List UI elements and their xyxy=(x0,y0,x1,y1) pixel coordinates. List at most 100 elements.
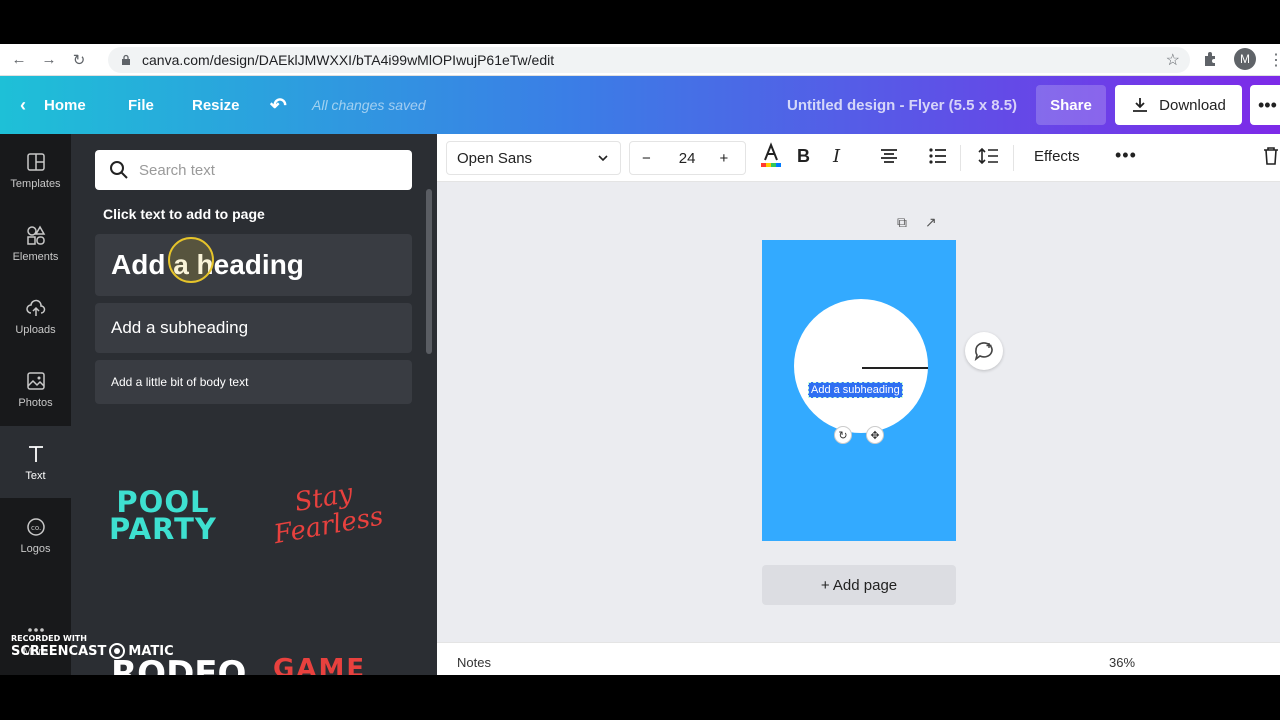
text-toolbar: Open Sans − 24 + B I Effects ••• xyxy=(437,134,1280,182)
templates-icon xyxy=(26,152,45,171)
resize-button[interactable]: Resize xyxy=(192,76,240,134)
logos-icon: co. xyxy=(26,517,45,536)
toolbar-divider xyxy=(1013,145,1014,171)
line-spacing-icon xyxy=(978,147,998,165)
comment-icon xyxy=(974,342,993,361)
font-size-value[interactable]: 24 xyxy=(679,150,696,167)
sidebar-item-logos[interactable]: co. Logos xyxy=(0,499,71,571)
add-page-button[interactable]: + Add page xyxy=(762,565,956,605)
font-family-dropdown[interactable]: Open Sans xyxy=(446,141,621,175)
page-actions: ⧉ ↗ xyxy=(897,214,937,231)
more-toolbar-icon[interactable]: ••• xyxy=(1115,145,1137,166)
bold-icon[interactable]: B xyxy=(797,146,810,167)
reload-icon[interactable]: ↻ xyxy=(68,49,90,71)
sidebar-item-label: Templates xyxy=(10,177,61,190)
profile-avatar[interactable]: M xyxy=(1234,48,1256,70)
text-color-icon xyxy=(761,142,781,167)
uploads-icon xyxy=(25,299,45,316)
left-sidebar: Templates Elements Uploads Photos Text c… xyxy=(0,134,71,675)
panel-section-label: Click text to add to page xyxy=(103,206,265,222)
duplicate-page-icon[interactable]: ⧉ xyxy=(897,214,907,231)
font-size-stepper: − 24 + xyxy=(629,141,746,175)
bookmark-star-icon[interactable]: ☆ xyxy=(1166,50,1180,70)
template-text: PARTY xyxy=(109,512,217,546)
elements-icon xyxy=(26,224,45,245)
share-button[interactable]: Share xyxy=(1036,85,1106,125)
footer-bar: Notes 36% xyxy=(437,642,1280,675)
back-icon[interactable]: ← xyxy=(8,49,30,71)
circle-shape[interactable] xyxy=(794,299,928,433)
template-stay-fearless[interactable]: Stay Fearless xyxy=(267,475,386,550)
sidebar-item-label: Text xyxy=(25,469,46,482)
url-text: canva.com/design/DAEklJMWXXI/bTA4i99wMlO… xyxy=(142,52,555,68)
search-text-field[interactable] xyxy=(95,150,412,190)
sidebar-item-elements[interactable]: Elements xyxy=(0,207,71,279)
notes-button[interactable]: Notes xyxy=(457,655,491,670)
canvas-area[interactable]: ⧉ ↗ Add a subheading ↻ ✥ + Add page Note… xyxy=(437,182,1280,675)
svg-text:co.: co. xyxy=(31,524,41,532)
address-bar[interactable]: canva.com/design/DAEklJMWXXI/bTA4i99wMlO… xyxy=(108,47,1190,73)
design-title[interactable]: Untitled design - Flyer (5.5 x 8.5) xyxy=(787,76,1017,134)
sidebar-item-label: Logos xyxy=(20,542,51,555)
download-button[interactable]: Download xyxy=(1115,85,1242,125)
template-pool-party[interactable]: POOL PARTY xyxy=(109,488,217,546)
app-frame: ← → ↻ canva.com/design/DAEklJMWXXI/bTA4i… xyxy=(0,44,1280,675)
screencast-watermark: RECORDED WITH SCREENCAST MATIC xyxy=(11,634,174,659)
search-input[interactable] xyxy=(139,161,389,179)
watermark-brand: SCREENCAST xyxy=(11,643,107,659)
toolbar-divider xyxy=(960,145,961,171)
line-element[interactable] xyxy=(862,367,928,369)
more-options-button[interactable]: ••• xyxy=(1250,85,1280,125)
sidebar-item-templates[interactable]: Templates xyxy=(0,134,71,206)
delete-icon xyxy=(1264,147,1278,165)
bullet-list-icon[interactable] xyxy=(928,146,948,171)
template-game[interactable]: GAME xyxy=(273,654,366,675)
trash-icon[interactable] xyxy=(1263,146,1279,171)
record-icon xyxy=(109,643,126,659)
photos-icon xyxy=(26,371,45,390)
list-lines-icon xyxy=(929,148,946,164)
spacing-icon[interactable] xyxy=(978,146,1000,171)
forward-icon[interactable]: → xyxy=(38,49,60,71)
add-comment-button[interactable] xyxy=(965,332,1003,370)
lock-icon xyxy=(122,54,130,65)
align-lines-icon xyxy=(881,149,897,163)
browser-toolbar: ← → ↻ canva.com/design/DAEklJMWXXI/bTA4i… xyxy=(0,44,1280,76)
home-button[interactable]: ‹ Home xyxy=(20,76,86,134)
watermark-line1: RECORDED WITH xyxy=(11,634,87,643)
sidebar-item-label: Uploads xyxy=(15,323,56,336)
selected-text-box[interactable]: Add a subheading xyxy=(808,382,903,398)
increase-size-button[interactable]: + xyxy=(719,150,728,167)
add-page-icon[interactable]: ↗ xyxy=(925,214,937,231)
font-family-value: Open Sans xyxy=(457,149,533,167)
browser-menu-icon[interactable]: ⋮ xyxy=(1268,50,1280,70)
effects-button[interactable]: Effects xyxy=(1034,148,1080,165)
chevron-left-icon: ‹ xyxy=(20,94,26,115)
watermark-brand-suffix: MATIC xyxy=(128,643,174,659)
zoom-level[interactable]: 36% xyxy=(1109,655,1135,670)
text-color-button[interactable] xyxy=(760,142,782,175)
move-handle-icon[interactable]: ✥ xyxy=(866,426,884,444)
sidebar-item-label: Elements xyxy=(12,250,59,263)
panel-scrollbar[interactable] xyxy=(426,189,432,354)
chevron-down-icon xyxy=(598,155,608,162)
sidebar-item-photos[interactable]: Photos xyxy=(0,353,71,425)
sidebar-item-text[interactable]: Text xyxy=(0,426,71,498)
add-subheading-button[interactable]: Add a subheading xyxy=(95,303,412,353)
rotate-handle-icon[interactable]: ↻ xyxy=(834,426,852,444)
file-menu[interactable]: File xyxy=(128,76,154,134)
align-center-icon[interactable] xyxy=(879,146,899,171)
home-label: Home xyxy=(44,96,86,114)
undo-icon[interactable]: ↶ xyxy=(270,76,287,134)
search-icon xyxy=(110,161,128,179)
design-page[interactable]: Add a subheading ↻ ✥ xyxy=(762,240,956,541)
italic-icon[interactable]: I xyxy=(833,146,840,167)
sidebar-item-label: Photos xyxy=(18,396,53,409)
cursor-highlight xyxy=(168,237,214,283)
text-icon xyxy=(28,445,43,462)
decrease-size-button[interactable]: − xyxy=(642,150,651,167)
add-body-text-button[interactable]: Add a little bit of body text xyxy=(95,360,412,404)
extensions-icon[interactable] xyxy=(1202,50,1220,68)
sidebar-item-uploads[interactable]: Uploads xyxy=(0,280,71,352)
add-heading-button[interactable]: Add a heading xyxy=(95,234,412,296)
